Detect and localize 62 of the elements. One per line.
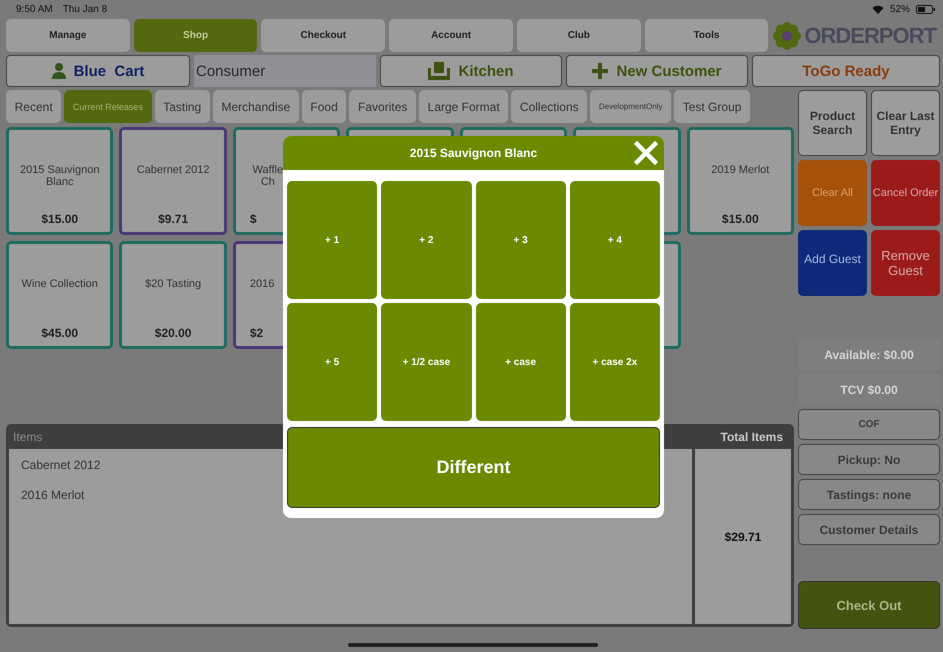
- option-button[interactable]: Pickup: No: [798, 444, 940, 475]
- customer-type-field[interactable]: Consumer: [194, 55, 376, 87]
- quantity-button[interactable]: + 5: [287, 303, 378, 421]
- total-items-header: Total Items: [720, 430, 783, 444]
- category-tab[interactable]: Collections: [511, 90, 588, 123]
- nav-tab[interactable]: Account: [389, 19, 513, 52]
- balance-label: Available: $0.00: [798, 339, 940, 370]
- quantity-button[interactable]: + 3: [476, 181, 566, 299]
- plus-icon: [592, 63, 608, 79]
- product-tile[interactable]: 2019 Merlot $15.00: [686, 127, 794, 235]
- quantity-button[interactable]: + 1: [287, 181, 378, 299]
- wifi-icon: [872, 5, 884, 14]
- status-date: Thu Jan 8: [62, 4, 108, 15]
- product-tile[interactable]: $20 Tasting $20.00: [119, 241, 227, 349]
- check-out-button[interactable]: Check Out: [798, 581, 940, 629]
- close-icon[interactable]: [634, 141, 658, 165]
- action-button[interactable]: Add Guest: [798, 230, 867, 296]
- status-time: 9:50 AM: [16, 4, 53, 15]
- category-tab[interactable]: Merchandise: [212, 90, 299, 123]
- different-button[interactable]: Different: [287, 427, 660, 508]
- quantity-button[interactable]: + 4: [570, 181, 660, 299]
- nav-tab[interactable]: Tools: [644, 19, 768, 52]
- action-button[interactable]: Clear Last Entry: [871, 90, 940, 156]
- battery-percent: 52%: [890, 4, 910, 15]
- product-tile[interactable]: 2015 Sauvignon Blanc $15.00: [6, 127, 114, 235]
- nav-tab[interactable]: Shop: [134, 19, 258, 52]
- category-tab[interactable]: Test Group: [674, 90, 750, 123]
- quantity-button[interactable]: + case 2x: [570, 303, 660, 421]
- nav-tab[interactable]: Manage: [6, 19, 130, 52]
- quantity-button[interactable]: + 2: [381, 181, 472, 299]
- option-button[interactable]: COF: [798, 409, 940, 440]
- action-button[interactable]: Clear All: [798, 160, 867, 226]
- category-tab[interactable]: Recent: [6, 90, 62, 123]
- option-button[interactable]: Tastings: none: [798, 479, 940, 510]
- balance-label: TCV $0.00: [798, 374, 940, 405]
- product-tile[interactable]: Wine Collection $45.00: [6, 241, 114, 349]
- togo-ready-button[interactable]: ToGo Ready: [752, 55, 940, 87]
- option-button[interactable]: Customer Details: [798, 514, 940, 545]
- category-tab[interactable]: Tasting: [154, 90, 210, 123]
- person-icon: [52, 63, 66, 79]
- total-amount: $29.71: [724, 530, 762, 544]
- kitchen-button[interactable]: Kitchen: [380, 55, 562, 87]
- battery-icon: [916, 5, 936, 14]
- items-header: Items: [13, 430, 42, 444]
- nav-tab[interactable]: Club: [516, 19, 641, 52]
- action-button[interactable]: Remove Guest: [871, 230, 940, 296]
- flower-logo-icon: [772, 20, 802, 50]
- new-customer-button[interactable]: New Customer: [566, 55, 748, 87]
- category-tab[interactable]: Large Format: [419, 90, 508, 123]
- nav-tab[interactable]: Checkout: [261, 19, 386, 52]
- category-tab[interactable]: Current Releases: [64, 90, 152, 123]
- category-tab[interactable]: Food: [302, 90, 346, 123]
- cart-button[interactable]: Blue Cart: [6, 55, 190, 87]
- product-tile[interactable]: Cabernet 2012 $9.71: [119, 127, 227, 235]
- dialog-title: 2015 Sauvignon Blanc: [410, 146, 538, 160]
- action-button[interactable]: Cancel Order: [871, 160, 940, 226]
- tray-icon: [428, 62, 450, 80]
- category-tab[interactable]: DevelopmentOnly: [590, 90, 672, 123]
- action-button[interactable]: Product Search: [798, 90, 867, 156]
- quantity-button[interactable]: + case: [476, 303, 566, 421]
- category-tab[interactable]: Favorites: [349, 90, 416, 123]
- quantity-button[interactable]: + 1/2 case: [381, 303, 472, 421]
